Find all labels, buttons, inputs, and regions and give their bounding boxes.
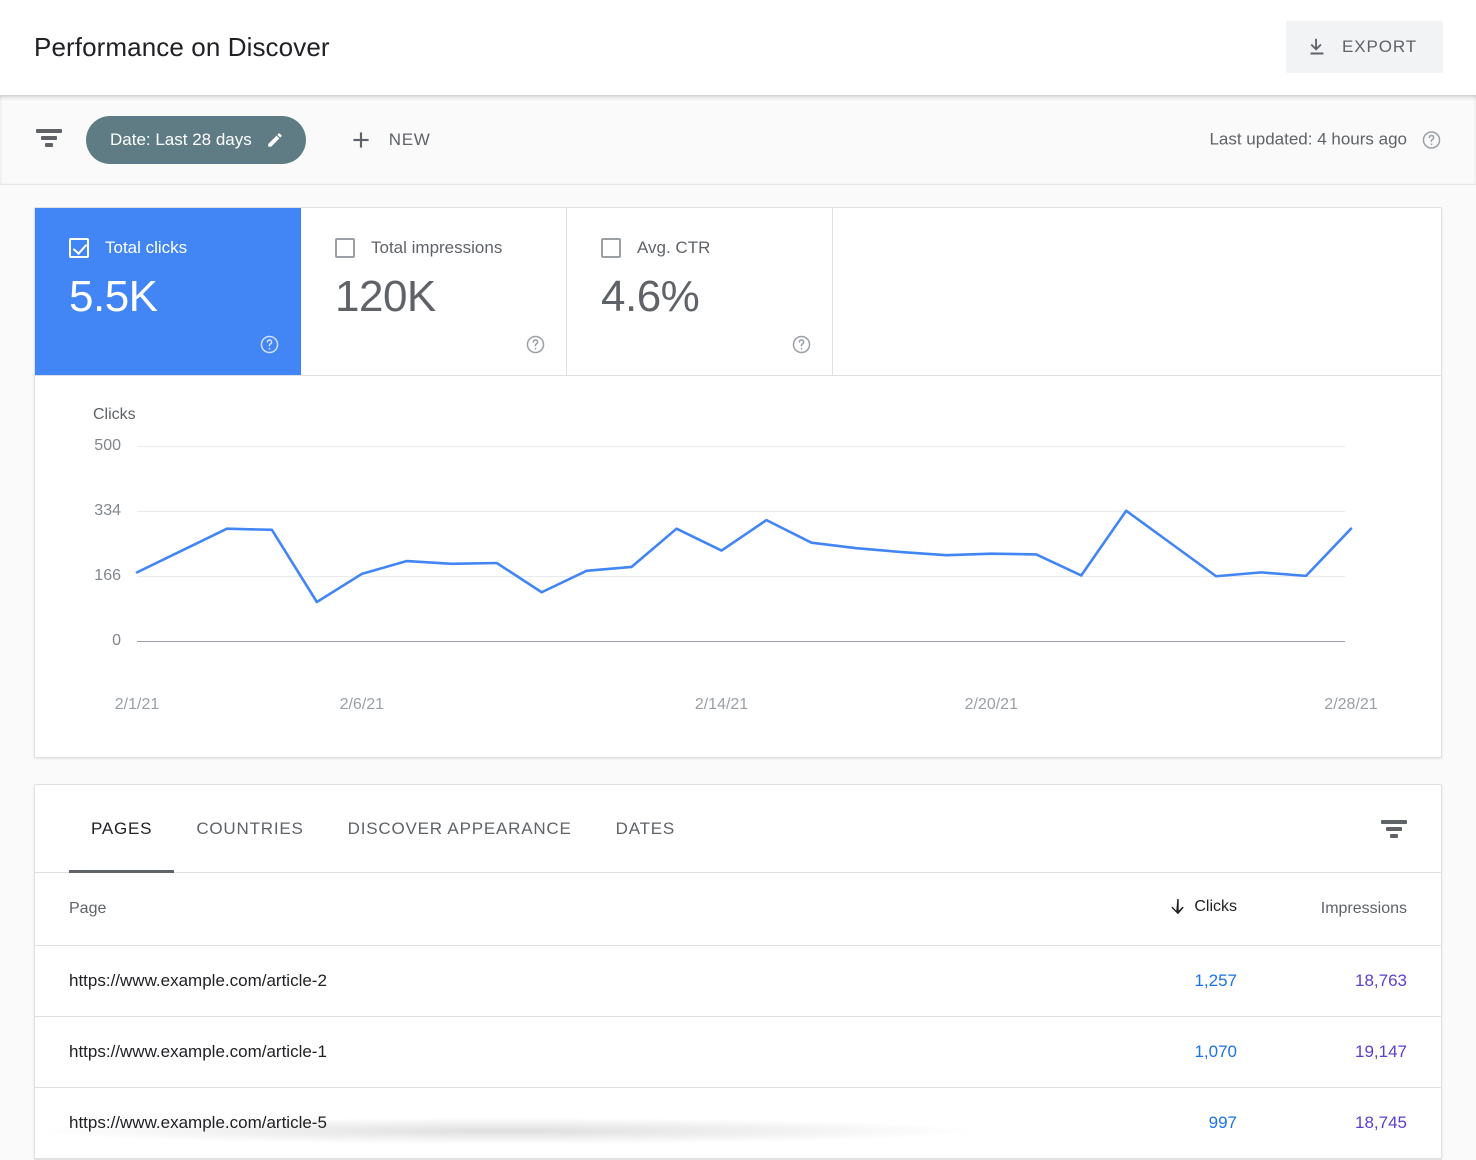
download-icon — [1306, 36, 1328, 58]
column-header-clicks-label: Clicks — [1194, 897, 1237, 915]
help-circle-icon[interactable] — [525, 334, 546, 355]
arrow-down-icon — [1171, 898, 1185, 915]
cell-impressions: 18,745 — [1271, 1087, 1441, 1159]
checkbox-icon[interactable] — [335, 238, 355, 258]
metric-label: Avg. CTR — [637, 238, 711, 257]
chart-metric-name: Clicks — [93, 406, 136, 423]
chart-x-tick-label: 2/1/21 — [114, 696, 160, 713]
new-filter-label: NEW — [388, 129, 431, 149]
filter-toolbar: Date: Last 28 days NEW Last updated: 4 h… — [0, 95, 1476, 185]
page-body: Total clicks 5.5K Total impressions 120K — [0, 185, 1476, 1160]
clicks-line-chart: Clicks 0 166 334 500 2/1/21 2/6/21 2/14/21 2/2… — [35, 376, 1441, 757]
table-row[interactable]: https://www.example.com/article-2 1,257 18… — [35, 945, 1441, 1017]
table-filter-icon[interactable] — [1381, 819, 1407, 838]
metric-tile-total-impressions[interactable]: Total impressions 120K — [301, 208, 567, 375]
metric-tiles: Total clicks 5.5K Total impressions 120K — [35, 208, 1441, 376]
metric-tile-total-clicks[interactable]: Total clicks 5.5K — [35, 208, 301, 375]
chart-x-axis: 2/1/21 2/6/21 2/14/21 2/20/21 2/28/21 — [115, 696, 1378, 720]
checkbox-icon[interactable] — [601, 238, 621, 258]
cell-clicks: 1,070 — [1101, 1016, 1271, 1088]
export-button[interactable]: EXPORT — [1286, 21, 1443, 73]
cell-clicks: 1,257 — [1101, 945, 1271, 1017]
cell-page[interactable]: https://www.example.com/article-1 — [35, 1016, 1101, 1088]
plus-icon — [348, 127, 374, 153]
tab-dates[interactable]: DATES — [594, 785, 697, 873]
pencil-icon[interactable] — [266, 131, 284, 149]
chart-x-tick-label: 2/6/21 — [339, 696, 385, 713]
cell-page[interactable]: https://www.example.com/article-5 — [35, 1087, 1101, 1159]
table-head: Page Clicks Impressions — [35, 873, 1441, 946]
chart-series-line — [135, 509, 1353, 604]
page-title: Performance on Discover — [34, 32, 330, 62]
app-header: Performance on Discover EXPORT — [0, 0, 1476, 95]
performance-card: Total clicks 5.5K Total impressions 120K — [34, 207, 1442, 758]
filter-icon[interactable] — [34, 128, 64, 151]
date-filter-label: Date: Last 28 days — [110, 129, 252, 149]
chart-x-tick-label: 2/14/21 — [694, 696, 749, 713]
chart-x-tick-label: 2/20/21 — [964, 696, 1018, 713]
table-row[interactable]: https://www.example.com/article-1 1,070 19… — [35, 1016, 1441, 1088]
metric-label: Total impressions — [371, 238, 503, 257]
table-header-row: Page Clicks Impressions — [35, 873, 1441, 946]
column-header-impressions[interactable]: Impressions — [1271, 873, 1441, 946]
metric-tile-header: Total clicks — [69, 238, 278, 258]
metric-label: Total clicks — [105, 238, 188, 257]
dimension-table-card: PAGES COUNTRIES DISCOVER APPEARANCE DATES P… — [34, 784, 1442, 1160]
cell-impressions: 18,763 — [1271, 945, 1441, 1017]
cell-clicks: 997 — [1101, 1087, 1271, 1159]
export-button-label: EXPORT — [1342, 37, 1417, 56]
date-filter-chip[interactable]: Date: Last 28 days — [86, 115, 306, 164]
table-body: https://www.example.com/article-2 1,257 18… — [35, 945, 1441, 1159]
column-header-impressions-label: Impressions — [1320, 899, 1407, 917]
help-circle-icon[interactable] — [1421, 129, 1442, 150]
column-header-page[interactable]: Page — [35, 873, 1101, 946]
tab-countries[interactable]: COUNTRIES — [174, 785, 325, 873]
help-circle-icon[interactable] — [259, 334, 280, 355]
last-updated-text: Last updated: 4 hours ago — [1209, 129, 1407, 149]
metric-tiles-filler — [833, 208, 1441, 375]
metric-value: 4.6% — [601, 272, 700, 321]
dimension-tabs: PAGES COUNTRIES DISCOVER APPEARANCE DATES — [35, 785, 1441, 873]
column-header-page-label: Page — [69, 899, 107, 917]
metric-tile-header: Total impressions — [335, 238, 544, 258]
cell-page[interactable]: https://www.example.com/article-2 — [35, 945, 1101, 1017]
chart-plot-area: 0 166 334 500 2/1/21 2/6/21 2/14/21 2/20/21 2/2… — [69, 434, 1407, 713]
cell-impressions: 19,147 — [1271, 1016, 1441, 1088]
metric-value: 120K — [335, 272, 436, 321]
performance-table: Page Clicks Impressions https://www.exam… — [35, 873, 1441, 1159]
metric-tile-header: Avg. CTR — [601, 238, 810, 258]
table-row[interactable]: https://www.example.com/article-5 997 18,7… — [35, 1087, 1441, 1159]
tab-pages[interactable]: PAGES — [69, 785, 175, 873]
metric-value: 5.5K — [69, 272, 158, 321]
chart-x-tick-label: 2/28/21 — [1324, 696, 1378, 713]
new-filter-button[interactable]: NEW — [348, 127, 431, 153]
last-updated: Last updated: 4 hours ago — [1209, 129, 1442, 150]
checkbox-icon[interactable] — [69, 238, 89, 258]
metric-tile-avg-ctr[interactable]: Avg. CTR 4.6% — [567, 208, 833, 375]
column-header-clicks[interactable]: Clicks — [1101, 873, 1271, 946]
tab-discover-appearance[interactable]: DISCOVER APPEARANCE — [326, 785, 594, 873]
help-circle-icon[interactable] — [791, 334, 812, 355]
